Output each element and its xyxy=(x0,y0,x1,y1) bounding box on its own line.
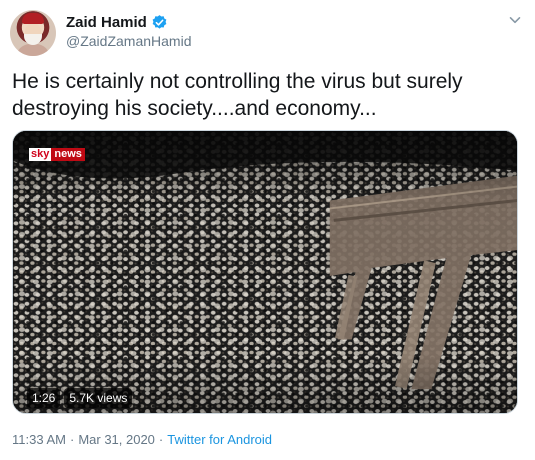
chevron-down-icon[interactable] xyxy=(505,10,525,30)
author-name-row: Zaid Hamid xyxy=(66,12,168,32)
video-duration: 1:26 xyxy=(27,388,61,408)
sky-news-logo: sky news xyxy=(29,148,85,161)
tweet-date[interactable]: Mar 31, 2020 xyxy=(78,432,155,447)
video-player[interactable]: sky news 1:26 5.7K views xyxy=(12,130,518,414)
verified-badge-icon xyxy=(151,14,168,31)
author-avatar[interactable] xyxy=(10,10,56,56)
tweet-text: He is certainly not controlling the viru… xyxy=(12,70,463,120)
author-display-name[interactable]: Zaid Hamid xyxy=(66,14,147,31)
video-thumbnail xyxy=(13,131,517,413)
tweet-source-link[interactable]: Twitter for Android xyxy=(167,432,272,447)
tweet-card: Zaid Hamid @ZaidZamanHamid He is certain… xyxy=(0,0,535,460)
video-view-count: 5.7K views xyxy=(64,388,133,408)
tweet-metadata: 11:33 AM · Mar 31, 2020 · Twitter for An… xyxy=(12,432,272,447)
meta-separator: · xyxy=(69,432,75,447)
author-handle[interactable]: @ZaidZamanHamid xyxy=(66,33,191,49)
meta-separator: · xyxy=(158,432,164,447)
video-badges: 1:26 5.7K views xyxy=(27,388,133,408)
tweet-time[interactable]: 11:33 AM xyxy=(12,432,66,447)
